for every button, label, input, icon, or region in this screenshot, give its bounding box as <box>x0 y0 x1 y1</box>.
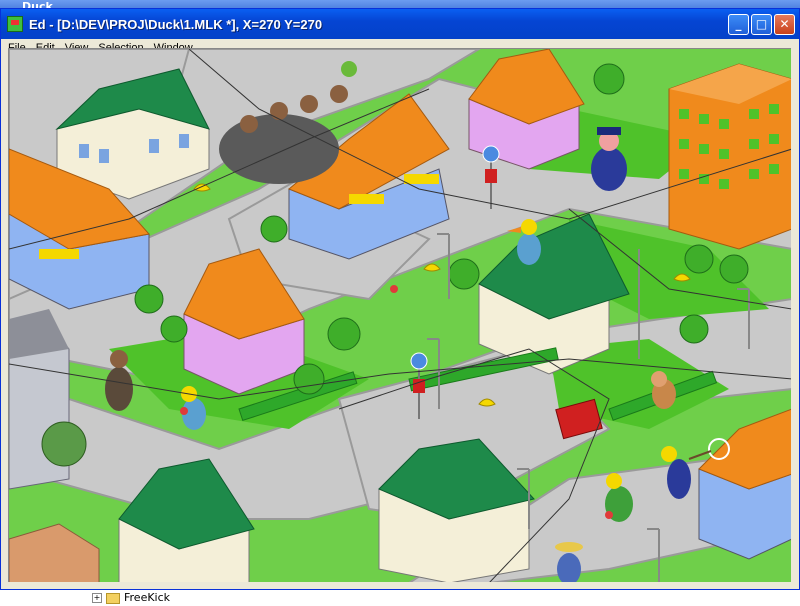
title-bar[interactable]: Ed - [D:\DEV\PROJ\Duck\1.MLK *], X=270 Y… <box>1 9 799 39</box>
level-canvas[interactable] <box>8 48 791 582</box>
window-title: Ed - [D:\DEV\PROJ\Duck\1.MLK *], X=270 Y… <box>29 16 323 32</box>
tree-expand-icon[interactable]: + <box>92 593 102 603</box>
farmer-bottom[interactable] <box>555 542 583 582</box>
app-icon[interactable] <box>7 16 23 32</box>
minimize-button[interactable]: _ <box>728 13 749 35</box>
maximize-button[interactable]: □ <box>751 13 772 35</box>
office-building[interactable] <box>668 63 791 250</box>
close-button[interactable]: ✕ <box>774 13 795 35</box>
background-tree-view: + FreeKick <box>0 590 800 606</box>
level-scene <box>9 49 791 582</box>
folder-icon <box>106 593 120 604</box>
tree-item-label[interactable]: FreeKick <box>124 591 170 604</box>
